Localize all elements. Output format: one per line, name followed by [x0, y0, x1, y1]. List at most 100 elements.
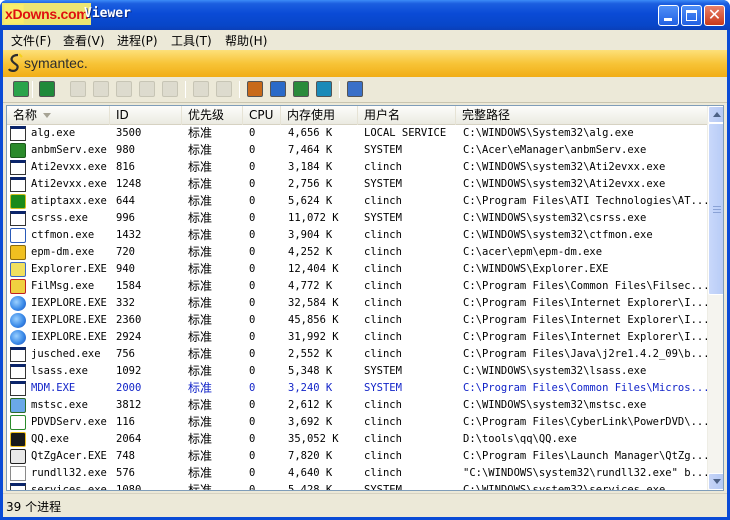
- menu-view[interactable]: 查看(V): [63, 32, 105, 49]
- menu-process[interactable]: 进程(P): [117, 32, 158, 49]
- cell-priority: 标准: [188, 211, 213, 225]
- cell-cpu: 0: [249, 263, 256, 275]
- window-icon: [10, 347, 26, 362]
- record-button[interactable]: [138, 80, 156, 98]
- vertical-scrollbar[interactable]: [707, 106, 723, 490]
- process-list[interactable]: 名称 ID 优先级 CPU 内存使用 用户名 完整路径 alg.exe 3500 标…: [6, 105, 724, 491]
- cell-id: 720: [116, 246, 135, 258]
- cell-user: clinch: [364, 195, 402, 207]
- table-row[interactable]: Ati2evxx.exe 816 标准 0 3,184 K clinch C:\WINDOW…: [7, 159, 707, 176]
- cell-mem: 35,052 K: [288, 433, 339, 445]
- column-name-label: 名称: [13, 108, 38, 122]
- table-row[interactable]: IEXPLORE.EXE 2924 标准 0 31,992 K clinch C:\Prog…: [7, 329, 707, 346]
- process-count: 39 个进程: [6, 500, 62, 514]
- table-row[interactable]: mstsc.exe 3812 标准 0 2,612 K clinch C:\WINDOWS\…: [7, 397, 707, 414]
- cell-id: 2924: [116, 331, 142, 343]
- launch-button[interactable]: [315, 80, 333, 98]
- menu-help[interactable]: 帮助(H): [225, 32, 267, 49]
- table-row[interactable]: ctfmon.exe 1432 标准 0 3,904 K clinch C:\WINDOWS…: [7, 227, 707, 244]
- window-icon: [10, 211, 26, 226]
- table-row[interactable]: atiptaxx.exe 644 标准 0 5,624 K clinch C:\Progra…: [7, 193, 707, 210]
- save-button[interactable]: [38, 80, 56, 98]
- modules-button[interactable]: [269, 80, 287, 98]
- paste-button[interactable]: [92, 80, 110, 98]
- cell-name: mstsc.exe: [31, 399, 88, 411]
- cell-user: clinch: [364, 280, 402, 292]
- list-button[interactable]: [161, 80, 179, 98]
- cell-name: Explorer.EXE: [31, 263, 107, 275]
- cell-mem: 5,428 K: [288, 484, 333, 491]
- table-row[interactable]: PDVDServ.exe 116 标准 0 3,692 K clinch C:\Progra…: [7, 414, 707, 431]
- ati-icon: [10, 194, 26, 209]
- cell-user: SYSTEM: [364, 178, 402, 190]
- column-name[interactable]: 名称: [7, 106, 110, 125]
- cell-name: QtZgAcer.EXE: [31, 450, 107, 462]
- copy-button[interactable]: [69, 80, 87, 98]
- table-row[interactable]: csrss.exe 996 标准 0 11,072 K SYSTEM C:\WINDOWS\…: [7, 210, 707, 227]
- menu-tools[interactable]: 工具(T): [171, 32, 212, 49]
- cell-name: services.exe: [31, 484, 107, 491]
- table-row[interactable]: epm-dm.exe 720 标准 0 4,252 K clinch C:\acer\epm…: [7, 244, 707, 261]
- title-bar[interactable]: xDowns.com Viewer ✕: [0, 0, 730, 30]
- table-row[interactable]: jusched.exe 756 标准 0 2,552 K clinch C:\Program…: [7, 346, 707, 363]
- table-row[interactable]: alg.exe 3500 标准 0 4,656 K LOCAL SERVICE C:\WIN…: [7, 125, 707, 142]
- table-row[interactable]: IEXPLORE.EXE 332 标准 0 32,584 K clinch C:\Progr…: [7, 295, 707, 312]
- column-id[interactable]: ID: [110, 106, 182, 125]
- table-row[interactable]: Ati2evxx.exe 1248 标准 0 2,756 K SYSTEM C:\WINDO…: [7, 176, 707, 193]
- table-row[interactable]: anbmServ.exe 980 标准 0 7,464 K SYSTEM C:\Acer\e…: [7, 142, 707, 159]
- find-button[interactable]: [346, 80, 364, 98]
- table-row[interactable]: MDM.EXE 2000 标准 0 3,240 K SYSTEM C:\Program Fi…: [7, 380, 707, 397]
- table-row[interactable]: QtZgAcer.EXE 748 标准 0 7,820 K clinch C:\Progra…: [7, 448, 707, 465]
- cell-cpu: 0: [249, 212, 256, 224]
- table-row[interactable]: FilMsg.exe 1584 标准 0 4,772 K clinch C:\Program…: [7, 278, 707, 295]
- column-memory[interactable]: 内存使用: [281, 106, 358, 125]
- cell-name: QQ.exe: [31, 433, 69, 445]
- ie-icon: [10, 313, 26, 328]
- column-path[interactable]: 完整路径: [456, 106, 707, 125]
- cell-priority: 标准: [188, 194, 213, 208]
- cell-user: clinch: [364, 467, 402, 479]
- cell-mem: 4,772 K: [288, 280, 333, 292]
- alert-icon: [216, 81, 232, 97]
- cell-cpu: 0: [249, 365, 256, 377]
- cell-id: 332: [116, 297, 135, 309]
- cell-priority: 标准: [188, 347, 213, 361]
- cell-mem: 3,240 K: [288, 382, 333, 394]
- column-priority[interactable]: 优先级: [182, 106, 243, 125]
- refresh-button[interactable]: [12, 80, 30, 98]
- alert-button[interactable]: [215, 80, 233, 98]
- maximize-button[interactable]: [681, 5, 702, 26]
- properties-icon: [116, 81, 132, 97]
- arrow-up-icon: [713, 112, 721, 117]
- cell-name: atiptaxx.exe: [31, 195, 107, 207]
- table-row[interactable]: services.exe 1080 标准 0 5,428 K SYSTEM C:\WINDO…: [7, 482, 707, 491]
- scroll-thumb[interactable]: [708, 123, 723, 295]
- menu-file[interactable]: 文件(F): [11, 32, 51, 49]
- cell-cpu: 0: [249, 127, 256, 139]
- cell-name: Ati2evxx.exe: [31, 161, 107, 173]
- grip-line: [713, 206, 721, 207]
- launch-icon: [316, 81, 332, 97]
- cell-user: clinch: [364, 450, 402, 462]
- terminate-button[interactable]: [192, 80, 210, 98]
- table-row[interactable]: rundll32.exe 576 标准 0 4,640 K clinch "C:\WINDO…: [7, 465, 707, 482]
- cell-path: C:\Program Files\Java\j2re1.4.2_09\b...: [463, 348, 707, 360]
- processes-button[interactable]: [246, 80, 264, 98]
- table-row[interactable]: IEXPLORE.EXE 2360 标准 0 45,856 K clinch C:\Prog…: [7, 312, 707, 329]
- cell-path: C:\acer\epm\epm-dm.exe: [463, 246, 603, 258]
- cell-priority: 标准: [188, 313, 213, 327]
- cell-id: 576: [116, 467, 135, 479]
- cell-priority: 标准: [188, 449, 213, 463]
- properties-button[interactable]: [115, 80, 133, 98]
- column-user[interactable]: 用户名: [358, 106, 456, 125]
- close-button[interactable]: ✕: [704, 5, 725, 26]
- minimize-button[interactable]: [658, 5, 679, 26]
- windows-button[interactable]: [292, 80, 310, 98]
- cell-cpu: 0: [249, 484, 256, 491]
- scroll-down-button[interactable]: [708, 473, 723, 490]
- table-row[interactable]: QQ.exe 2064 标准 0 35,052 K clinch D:\tools\qq\Q…: [7, 431, 707, 448]
- table-row[interactable]: lsass.exe 1092 标准 0 5,348 K SYSTEM C:\WINDOWS\…: [7, 363, 707, 380]
- column-cpu[interactable]: CPU: [243, 106, 281, 125]
- table-row[interactable]: Explorer.EXE 940 标准 0 12,404 K clinch C:\WINDO…: [7, 261, 707, 278]
- scroll-up-button[interactable]: [708, 106, 723, 123]
